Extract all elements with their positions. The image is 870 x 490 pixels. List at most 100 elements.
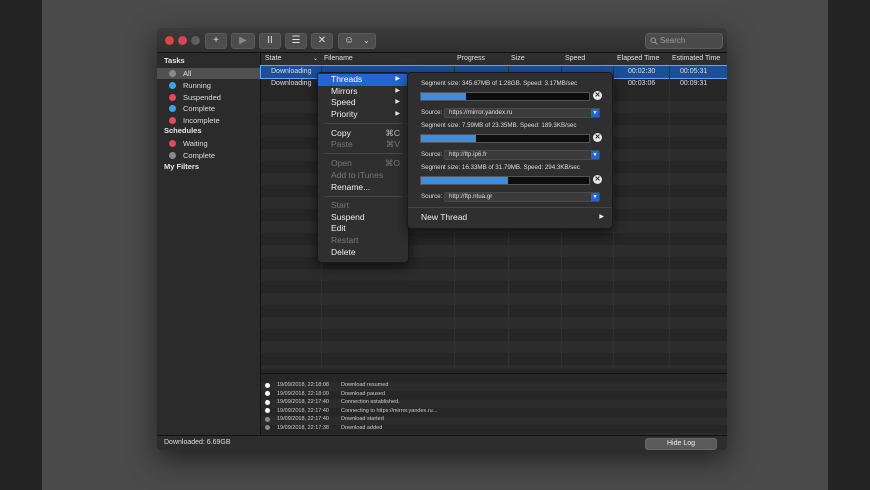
menu-item-rename[interactable]: Rename... (318, 182, 408, 194)
sidebar-item-all[interactable]: All (157, 68, 260, 79)
close-icon: ✕ (594, 92, 601, 99)
menu-item-label: Priority (331, 108, 358, 119)
log-entry: 19/09/2018, 22:18:08 Download resumed (261, 381, 727, 389)
my-filters-heading[interactable]: My Filters (164, 162, 199, 171)
segment-progress-fill (421, 177, 509, 184)
log-panel: 19/09/2018, 22:18:08 Download resumed 19/… (261, 373, 727, 436)
menu-separator (324, 123, 402, 124)
menu-shortcut: ⌘C (385, 127, 400, 138)
menu-item-suspend[interactable]: Suspend (318, 212, 408, 224)
source-value: http://ftp.ntua.gr (449, 193, 493, 200)
close-icon: ✕ (594, 134, 601, 141)
column-header-progress[interactable]: Progress (457, 55, 485, 62)
log-entry: 19/09/2018, 22:17:40 Download started (261, 415, 727, 423)
queue-button[interactable]: ☰ (285, 33, 307, 49)
log-entry: 19/09/2018, 22:17:38 Download added (261, 424, 727, 432)
schedules-heading: Schedules (164, 126, 202, 135)
column-header-elapsed[interactable]: Elapsed Time (617, 55, 659, 62)
column-header-speed[interactable]: Speed (565, 55, 585, 62)
search-field[interactable]: Search (645, 33, 723, 49)
tasks-heading: Tasks (164, 56, 185, 65)
menu-item-add-to-itunes: Add to iTunes (318, 170, 408, 182)
column-header-size[interactable]: Size (511, 55, 525, 62)
sidebar-item-label: Incomplete (183, 115, 220, 125)
log-dot-icon (265, 399, 270, 405)
column-header-state[interactable]: State (265, 55, 281, 62)
menu-item-label: New Thread (421, 212, 468, 222)
chevron-down-icon: ⌄ (313, 56, 319, 62)
sidebar-item-running[interactable]: Running (157, 80, 260, 91)
sidebar-item-incomplete[interactable]: Incomplete (157, 115, 260, 126)
sidebar-item-schedule-complete[interactable]: Complete (157, 150, 260, 161)
segment-progress-bar (420, 176, 590, 185)
zoom-window-button[interactable] (191, 36, 200, 45)
close-icon: ✕ (594, 176, 601, 183)
menu-item-label: Open (331, 157, 352, 168)
log-time: 19/09/2018, 22:18:08 (277, 382, 329, 388)
chevron-down-icon: ▼ (591, 109, 599, 117)
source-select[interactable]: http://ftp.ntua.gr ▼ (444, 192, 600, 202)
menu-item-new-thread[interactable]: New Thread ▶ (408, 211, 612, 224)
start-button[interactable]: ▶ (231, 33, 255, 49)
pause-button[interactable]: II (259, 33, 281, 49)
menu-item-speed[interactable]: Speed ▶ (318, 97, 408, 109)
plus-icon: + (213, 35, 219, 46)
log-time: 19/09/2018, 22:17:40 (277, 407, 329, 414)
close-window-button[interactable] (165, 36, 174, 45)
sidebar-item-complete[interactable]: Complete (157, 103, 260, 114)
status-dot-icon (169, 105, 176, 112)
status-dot-icon (169, 93, 176, 101)
menu-item-label: Rename... (331, 181, 371, 192)
sidebar-item-label: All (183, 69, 192, 78)
log-dot-icon (265, 408, 270, 413)
menu-item-edit[interactable]: Edit (318, 223, 408, 235)
minimize-window-button[interactable] (178, 36, 187, 45)
list-icon: ☰ (291, 35, 301, 46)
remove-thread-button[interactable]: ✕ (593, 91, 602, 100)
log-message: Download resumed (341, 382, 389, 388)
remove-thread-button[interactable]: ✕ (593, 133, 602, 142)
menu-item-label: Start (331, 200, 349, 210)
chevron-down-icon: ▼ (591, 193, 599, 201)
log-time: 19/09/2018, 22:17:40 (277, 399, 329, 405)
sidebar-item-suspended[interactable]: Suspended (157, 92, 260, 103)
segment-info: Segment size: 345.67MB of 1.28GB. Speed:… (421, 80, 578, 87)
source-select[interactable]: http://ftp.ip6.fr ▼ (444, 150, 600, 160)
sidebar-item-waiting[interactable]: Waiting (157, 138, 260, 149)
menu-item-threads[interactable]: Threads ▶ (318, 74, 408, 86)
log-dot-icon (265, 391, 270, 396)
close-icon: ✕ (317, 35, 327, 46)
source-label: Source: (421, 109, 443, 116)
chevron-right-icon: ▶ (599, 214, 604, 220)
menu-item-mirrors[interactable]: Mirrors ▶ (318, 86, 408, 98)
column-header-estimated[interactable]: Estimated Time (672, 55, 720, 62)
chevron-down-icon: ⌄ (363, 36, 370, 45)
log-message: Connection established. (341, 399, 400, 405)
menu-item-label: Copy (331, 127, 351, 138)
context-menu: Threads ▶ Mirrors ▶ Speed ▶ Priority ▶ Copy ⌘… (317, 72, 409, 263)
column-divider (669, 66, 670, 369)
log-time: 19/09/2018, 22:17:38 (277, 424, 329, 431)
hide-log-button[interactable]: Hide Log (645, 438, 717, 450)
segment-info: Segment size: 7.59MB of 23.35MB. Speed: … (421, 122, 577, 129)
source-select[interactable]: https://mirror.yandex.ru ▼ (444, 108, 600, 118)
column-header-filename[interactable]: Filename (324, 55, 353, 62)
menu-item-delete[interactable]: Delete (318, 247, 408, 259)
log-message: Connecting to https://mirror.yandex.ru..… (341, 407, 438, 414)
chevron-right-icon: ▶ (395, 110, 400, 117)
speed-limit-button[interactable]: ☺ ⌄ (338, 33, 376, 49)
menu-item-copy[interactable]: Copy ⌘C (318, 128, 408, 140)
delete-button[interactable]: ✕ (311, 33, 333, 49)
segment-progress-fill (421, 93, 467, 100)
sidebar-item-label: Complete (183, 104, 216, 113)
menu-separator (408, 207, 612, 208)
remove-thread-button[interactable]: ✕ (593, 175, 602, 184)
row-estimated: 00:05:31 (680, 68, 708, 75)
menu-item-start: Start (318, 200, 408, 212)
menu-item-priority[interactable]: Priority ▶ (318, 109, 408, 121)
segment-progress-bar (420, 134, 590, 143)
chevron-down-icon: ▼ (591, 151, 599, 159)
column-divider (613, 66, 614, 369)
add-download-button[interactable]: + (205, 33, 227, 49)
menu-item-label: Delete (331, 246, 356, 257)
